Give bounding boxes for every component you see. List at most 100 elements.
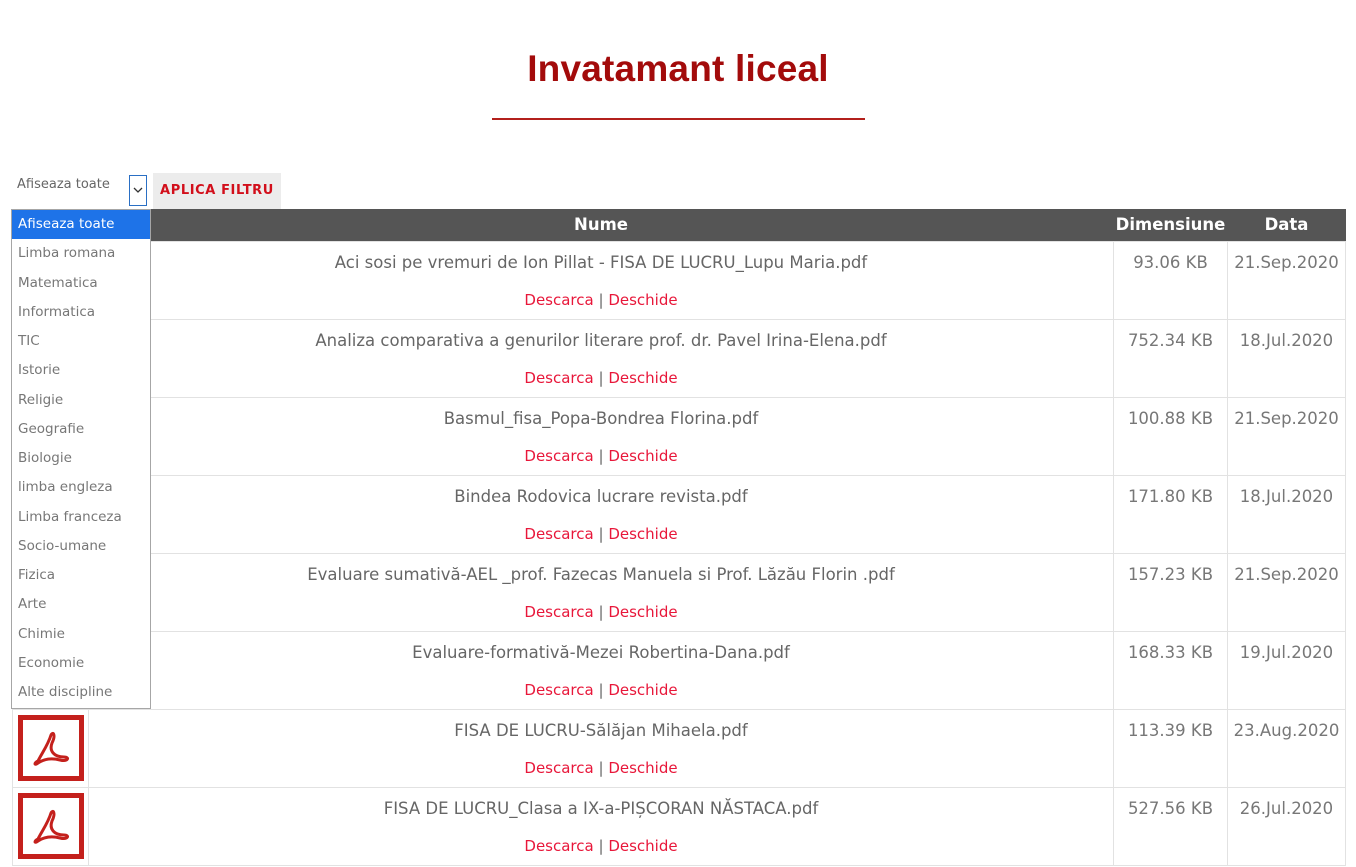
dropdown-option[interactable]: Chimie: [12, 620, 150, 649]
file-name: FISA DE LUCRU_Clasa a IX-a-PIȘCORAN NĂST…: [383, 798, 819, 818]
page-title: Invatamant liceal: [527, 48, 829, 89]
open-link[interactable]: Deschide: [608, 447, 677, 465]
table-row: Analiza comparativa a genurilor literare…: [12, 318, 1346, 398]
file-name: Aci sosi pe vremuri de Ion Pillat - FISA…: [334, 252, 868, 272]
files-table: Nume Dimensiune Data Aci sosi pe vremuri…: [12, 209, 1346, 866]
dropdown-option[interactable]: Limba franceza: [12, 503, 150, 532]
file-date: 21.Sep.2020: [1227, 240, 1346, 320]
file-name-cell: FISA DE LUCRU-Sălăjan Mihaela.pdf Descarc…: [88, 708, 1114, 788]
column-header-size[interactable]: Dimensiune: [1113, 209, 1228, 241]
file-size: 157.23 KB: [1113, 552, 1228, 632]
column-header-date[interactable]: Data: [1227, 209, 1346, 241]
download-link[interactable]: Descarca: [524, 291, 593, 309]
file-name: Evaluare-formativă-Mezei Robertina-Dana.…: [412, 642, 790, 662]
download-link[interactable]: Descarca: [524, 369, 593, 387]
table-row: Basmul_fisa_Popa-Bondrea Florina.pdf Desc…: [12, 396, 1346, 476]
file-size: 752.34 KB: [1113, 318, 1228, 398]
dropdown-option[interactable]: Socio-umane: [12, 532, 150, 561]
download-link[interactable]: Descarca: [524, 525, 593, 543]
link-separator: |: [598, 446, 604, 465]
open-link[interactable]: Deschide: [608, 369, 677, 387]
dropdown-option[interactable]: limba engleza: [12, 473, 150, 502]
file-links: Descarca | Deschide: [89, 681, 1113, 699]
file-links: Descarca | Deschide: [89, 603, 1113, 621]
file-date: 26.Jul.2020: [1227, 786, 1346, 866]
dropdown-option[interactable]: Informatica: [12, 298, 150, 327]
dropdown-option[interactable]: Economie: [12, 649, 150, 678]
category-filter-select[interactable]: Afiseaza toate: [12, 170, 148, 204]
file-size: 527.56 KB: [1113, 786, 1228, 866]
file-name-cell: Bindea Rodovica lucrare revista.pdf Desca…: [88, 474, 1114, 554]
dropdown-option[interactable]: TIC: [12, 327, 150, 356]
dropdown-option[interactable]: Geografie: [12, 415, 150, 444]
column-header-name[interactable]: Nume: [88, 209, 1114, 241]
file-name: Analiza comparativa a genurilor literare…: [315, 330, 887, 350]
file-size: 100.88 KB: [1113, 396, 1228, 476]
dropdown-option[interactable]: Fizica: [12, 561, 150, 590]
link-separator: |: [598, 368, 604, 387]
file-name: FISA DE LUCRU-Sălăjan Mihaela.pdf: [454, 720, 748, 740]
table-row: FISA DE LUCRU-Sălăjan Mihaela.pdf Descarc…: [12, 708, 1346, 788]
category-dropdown-list: Afiseaza toate Limba romana Matematica Info…: [11, 209, 151, 709]
pdf-icon[interactable]: [18, 714, 84, 781]
table-row: Evaluare-formativă-Mezei Robertina-Dana.…: [12, 630, 1346, 710]
file-links: Descarca | Deschide: [89, 447, 1113, 465]
link-separator: |: [598, 758, 604, 777]
table-row: FISA DE LUCRU_Clasa a IX-a-PIȘCORAN NĂST…: [12, 786, 1346, 866]
pdf-icon[interactable]: [18, 792, 84, 859]
link-separator: |: [598, 836, 604, 855]
file-size: 168.33 KB: [1113, 630, 1228, 710]
dropdown-option[interactable]: Arte: [12, 590, 150, 619]
file-name: Bindea Rodovica lucrare revista.pdf: [454, 486, 748, 506]
file-icon-cell: [12, 708, 89, 788]
file-name-cell: Evaluare sumativă-AEL _prof. Fazecas Man…: [88, 552, 1114, 632]
table-header-row: Nume Dimensiune Data: [12, 209, 1346, 241]
file-name-cell: Aci sosi pe vremuri de Ion Pillat - FISA…: [88, 240, 1114, 320]
open-link[interactable]: Deschide: [608, 291, 677, 309]
file-links: Descarca | Deschide: [89, 759, 1113, 777]
dropdown-option[interactable]: Biologie: [12, 444, 150, 473]
file-date: 18.Jul.2020: [1227, 474, 1346, 554]
chevron-down-icon[interactable]: [129, 175, 147, 206]
dropdown-option[interactable]: Alte discipline: [12, 678, 150, 707]
dropdown-option[interactable]: Limba romana: [12, 239, 150, 268]
file-icon-cell: [12, 786, 89, 866]
file-size: 171.80 KB: [1113, 474, 1228, 554]
file-links: Descarca | Deschide: [89, 837, 1113, 855]
dropdown-option[interactable]: Matematica: [12, 269, 150, 298]
file-size: 113.39 KB: [1113, 708, 1228, 788]
file-date: 23.Aug.2020: [1227, 708, 1346, 788]
file-name-cell: Basmul_fisa_Popa-Bondrea Florina.pdf Desc…: [88, 396, 1114, 476]
file-name: Basmul_fisa_Popa-Bondrea Florina.pdf: [443, 408, 759, 428]
filter-selected-value: Afiseaza toate: [17, 177, 110, 192]
file-date: 19.Jul.2020: [1227, 630, 1346, 710]
file-links: Descarca | Deschide: [89, 291, 1113, 309]
open-link[interactable]: Deschide: [608, 681, 677, 699]
file-size: 93.06 KB: [1113, 240, 1228, 320]
link-separator: |: [598, 524, 604, 543]
open-link[interactable]: Deschide: [608, 837, 677, 855]
open-link[interactable]: Deschide: [608, 525, 677, 543]
dropdown-option[interactable]: Religie: [12, 386, 150, 415]
open-link[interactable]: Deschide: [608, 603, 677, 621]
file-links: Descarca | Deschide: [89, 525, 1113, 543]
file-name-cell: FISA DE LUCRU_Clasa a IX-a-PIȘCORAN NĂST…: [88, 786, 1114, 866]
table-row: Evaluare sumativă-AEL _prof. Fazecas Man…: [12, 552, 1346, 632]
download-link[interactable]: Descarca: [524, 759, 593, 777]
download-link[interactable]: Descarca: [524, 447, 593, 465]
file-name: Evaluare sumativă-AEL _prof. Fazecas Man…: [307, 564, 895, 584]
download-link[interactable]: Descarca: [524, 681, 593, 699]
download-link[interactable]: Descarca: [524, 603, 593, 621]
dropdown-option[interactable]: Istorie: [12, 356, 150, 385]
file-name-cell: Evaluare-formativă-Mezei Robertina-Dana.…: [88, 630, 1114, 710]
apply-filter-button[interactable]: APLICA FILTRU: [153, 173, 281, 209]
download-link[interactable]: Descarca: [524, 837, 593, 855]
table-row: Aci sosi pe vremuri de Ion Pillat - FISA…: [12, 240, 1346, 320]
open-link[interactable]: Deschide: [608, 759, 677, 777]
link-separator: |: [598, 680, 604, 699]
link-separator: |: [598, 602, 604, 621]
dropdown-option[interactable]: Afiseaza toate: [12, 210, 150, 240]
file-date: 21.Sep.2020: [1227, 552, 1346, 632]
file-date: 18.Jul.2020: [1227, 318, 1346, 398]
link-separator: |: [598, 290, 604, 309]
